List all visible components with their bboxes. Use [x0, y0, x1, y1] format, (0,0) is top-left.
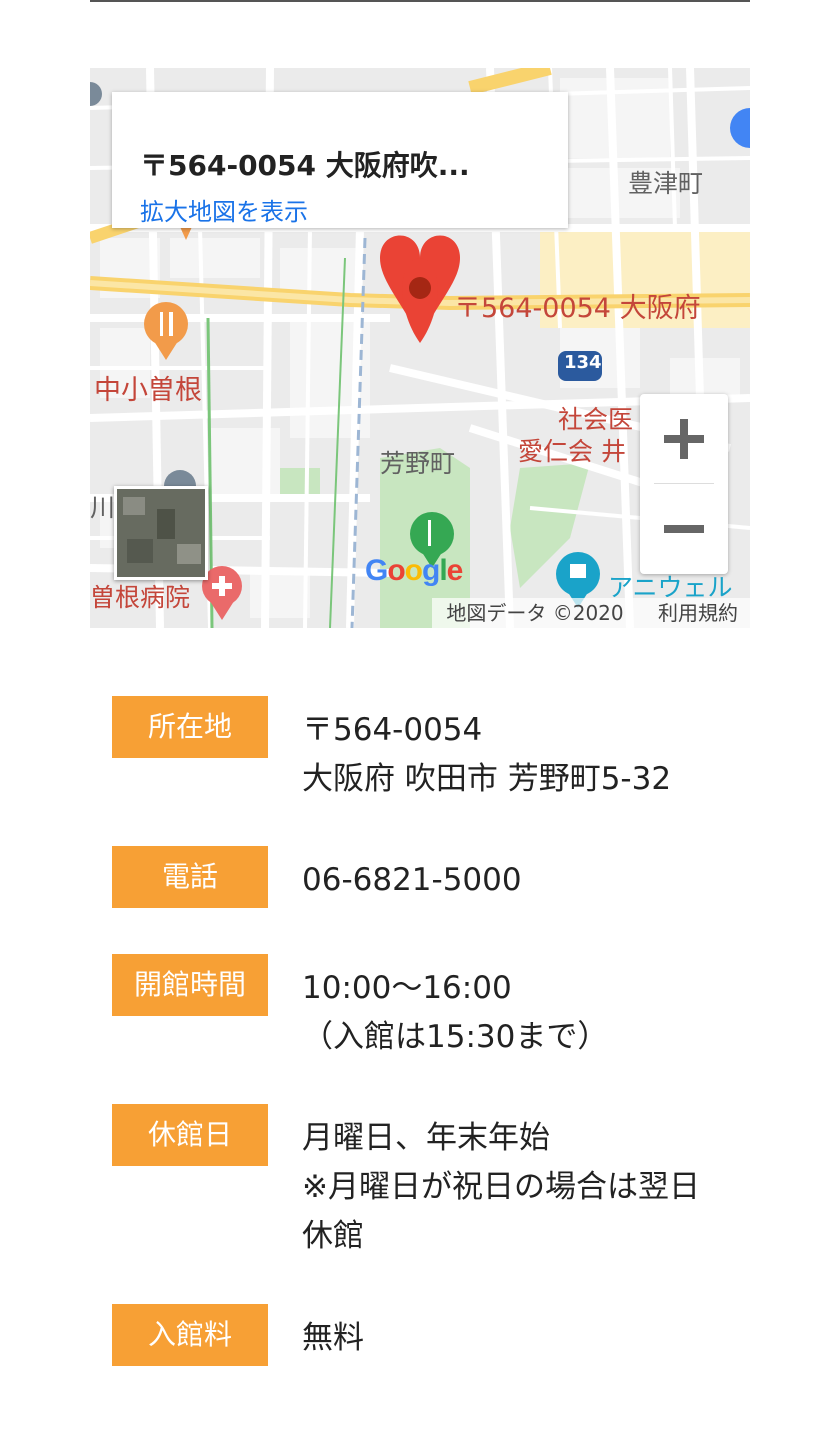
label-yoshino: 芳野町	[380, 449, 456, 478]
info-value: 06-6821-5000	[302, 862, 522, 898]
info-label: 開館時間	[112, 954, 268, 1016]
map-attribution: 地図データ ©2020 利用規約	[432, 598, 750, 628]
view-larger-map-link[interactable]: 拡大地図を表示	[140, 192, 308, 227]
zoom-out-button[interactable]	[640, 484, 728, 574]
google-logo-letter: e	[446, 554, 464, 587]
label-nakakosone: 中小曽根	[94, 375, 202, 406]
zoom-in-button[interactable]	[640, 394, 728, 484]
place-address: 〒564-0054 大阪府吹...	[140, 149, 470, 182]
route-number-label: 134	[564, 352, 602, 373]
label-sone-hospital: 曽根病院	[90, 583, 191, 612]
info-value: 〒564-0054 大阪府 吹田市 芳野町5-32	[302, 712, 672, 797]
info-value: 10:00〜16:00 （入館は15:30まで）	[302, 970, 609, 1055]
zoom-controls	[640, 394, 728, 574]
satellite-toggle[interactable]	[114, 486, 208, 580]
map-data-credit: 地図データ ©2020	[446, 601, 624, 625]
info-value: 無料	[302, 1320, 364, 1356]
google-logo-letter: l	[439, 554, 447, 587]
google-logo-letter: o	[387, 554, 405, 587]
google-logo-letter: G	[365, 554, 388, 587]
info-label: 所在地	[112, 696, 268, 758]
marker-address-label: 〒564-0054 大阪府	[454, 293, 701, 324]
info-label: 入館料	[112, 1304, 268, 1366]
plus-icon	[664, 419, 704, 459]
place-info-card: 〒564-0054 大阪府吹... 拡大地図を表示	[112, 92, 568, 228]
minus-icon	[664, 525, 704, 533]
top-divider	[90, 0, 750, 2]
google-logo-letter: o	[404, 554, 423, 587]
google-logo: Google	[365, 554, 464, 588]
info-value: 月曜日、年末年始 ※月曜日が祝日の場合は翌日 休館	[302, 1120, 700, 1254]
label-toyotsu: 豊津町	[628, 169, 704, 198]
satellite-thumbnail-icon	[117, 489, 205, 577]
label-kawa: 川	[90, 493, 116, 522]
google-logo-letter: g	[422, 554, 440, 587]
embedded-map[interactable]: 134 〒564-0054 大阪府 豊津町 中小曽根 芳野町 社会医 人 愛仁会…	[90, 68, 750, 628]
info-label: 休館日	[112, 1104, 268, 1166]
info-label: 電話	[112, 846, 268, 908]
terms-link[interactable]: 利用規約	[658, 601, 738, 625]
